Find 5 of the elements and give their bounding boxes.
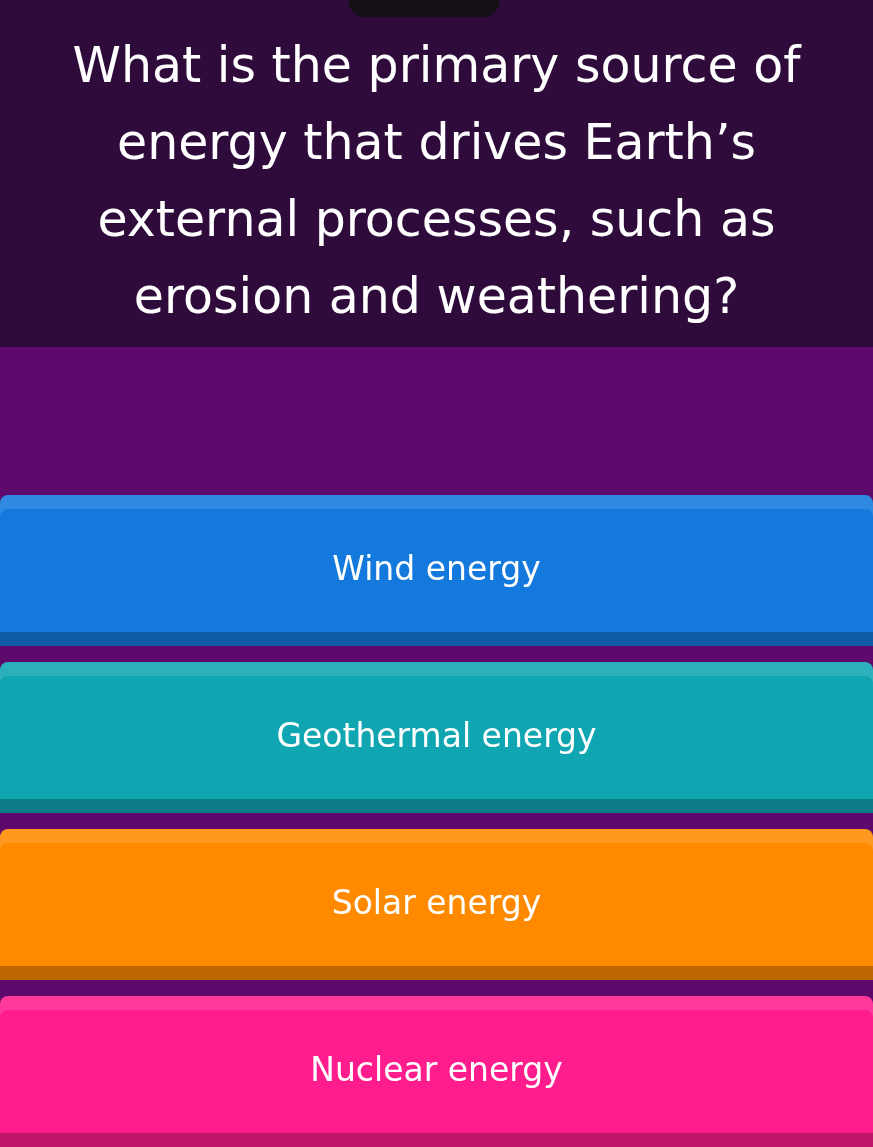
answer-button[interactable]: Solar energy (0, 829, 873, 980)
question-text: What is the primary source of energy that drives Earth’s external processes, such as erosion and weathering? (71, 35, 803, 327)
answer-button[interactable]: Wind energy (0, 495, 873, 646)
answer-button[interactable]: Geothermal energy (0, 662, 873, 813)
answer-button[interactable]: Nuclear energy (0, 996, 873, 1147)
